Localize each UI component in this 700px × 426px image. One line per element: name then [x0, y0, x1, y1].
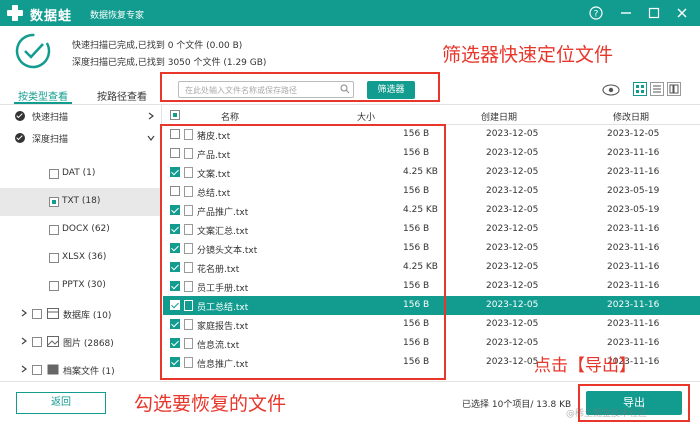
- selection-status: 已选择 10个项目/ 13.8 KB: [462, 400, 572, 410]
- tree-item-images[interactable]: 图片 (2868): [0, 328, 161, 356]
- column-created[interactable]: 创建日期: [481, 110, 517, 123]
- file-created: 2023-12-05: [486, 205, 539, 215]
- back-button[interactable]: 返回: [16, 392, 106, 414]
- check-icon: [15, 111, 25, 121]
- help-icon[interactable]: ?: [587, 4, 605, 22]
- watermark: @稀土掘金技术社区: [566, 409, 648, 419]
- file-modified: 2023-12-05: [607, 129, 660, 139]
- table-header: 名称 大小 创建日期 修改日期: [163, 105, 700, 125]
- file-created: 2023-12-05: [486, 262, 539, 272]
- chevron-down-icon[interactable]: [147, 134, 155, 142]
- quick-scan-status: 快速扫描已完成,已找到 0 个文件 (0.00 B): [72, 41, 243, 51]
- tab-by-path[interactable]: 按路径查看: [97, 88, 147, 103]
- checkbox[interactable]: [32, 337, 42, 347]
- file-type-tree: 快速扫描 深度扫描 DAT (1) TXT (18) DOCX (62) XLS…: [0, 105, 162, 380]
- tab-by-type[interactable]: 按类型查看: [18, 88, 68, 103]
- check-icon: [15, 133, 25, 143]
- checkbox[interactable]: [49, 281, 59, 291]
- file-created: 2023-12-05: [486, 319, 539, 329]
- chevron-right-icon[interactable]: [20, 365, 28, 373]
- checkbox[interactable]: [49, 225, 59, 235]
- tree-item-pptx[interactable]: PPTX (30): [0, 272, 161, 300]
- tree-quick-scan[interactable]: 快速扫描: [0, 105, 161, 127]
- deep-scan-status: 深度扫描已完成,已找到 3050 个文件 (1.29 GB): [72, 58, 267, 68]
- grid-view-icon[interactable]: [633, 82, 647, 96]
- minimize-icon[interactable]: [617, 4, 635, 22]
- file-modified: 2023-05-19: [607, 205, 660, 215]
- tree-item-txt[interactable]: TXT (18): [0, 188, 161, 216]
- column-name[interactable]: 名称: [221, 110, 239, 123]
- checkbox[interactable]: [32, 309, 42, 319]
- checkbox[interactable]: [49, 253, 59, 263]
- chevron-right-icon[interactable]: [147, 112, 155, 120]
- file-created: 2023-12-05: [486, 300, 539, 310]
- file-modified: 2023-11-16: [607, 338, 660, 348]
- close-icon[interactable]: [673, 4, 691, 22]
- preview-eye-icon[interactable]: [602, 83, 620, 97]
- file-modified: 2023-11-16: [607, 224, 660, 234]
- chevron-right-icon[interactable]: [20, 309, 28, 317]
- file-created: 2023-12-05: [486, 129, 539, 139]
- title-bar: 数据蛙 数据恢复专家 ?: [0, 0, 700, 26]
- file-modified: 2023-11-16: [607, 300, 660, 310]
- tree-item-xlsx[interactable]: XLSX (36): [0, 244, 161, 272]
- file-created: 2023-12-05: [486, 357, 539, 367]
- file-created: 2023-12-05: [486, 148, 539, 158]
- file-modified: 2023-11-16: [607, 243, 660, 253]
- scan-complete-icon: [15, 33, 51, 69]
- checkbox[interactable]: [49, 169, 59, 179]
- tree-item-docx[interactable]: DOCX (62): [0, 216, 161, 244]
- image-icon: [47, 336, 59, 347]
- app-name: 数据蛙: [30, 9, 73, 24]
- annotation-export: 点击【导出】: [534, 356, 636, 376]
- checkbox[interactable]: [32, 365, 42, 375]
- file-modified: 2023-11-16: [607, 148, 660, 158]
- file-modified: 2023-11-16: [607, 319, 660, 329]
- select-all-checkbox[interactable]: [170, 110, 180, 120]
- file-modified: 2023-11-16: [607, 281, 660, 291]
- file-created: 2023-12-05: [486, 338, 539, 348]
- tree-item-dat[interactable]: DAT (1): [0, 160, 161, 188]
- file-created: 2023-12-05: [486, 186, 539, 196]
- tree-item-archive[interactable]: 档案文件 (1): [0, 356, 161, 380]
- column-size[interactable]: 大小: [357, 110, 375, 123]
- file-modified: 2023-11-16: [607, 262, 660, 272]
- chevron-right-icon[interactable]: [20, 337, 28, 345]
- detail-view-icon[interactable]: [667, 82, 681, 96]
- svg-text:?: ?: [594, 10, 599, 20]
- annotation-filter: 筛选器快速定位文件: [442, 44, 614, 66]
- file-created: 2023-12-05: [486, 243, 539, 253]
- archive-icon: [47, 364, 59, 375]
- app-logo-icon: [7, 5, 23, 21]
- column-modified[interactable]: 修改日期: [613, 110, 649, 123]
- app-slogan: 数据恢复专家: [90, 11, 145, 21]
- file-modified: 2023-05-19: [607, 186, 660, 196]
- tree-deep-scan[interactable]: 深度扫描: [0, 127, 161, 149]
- divider: [0, 381, 700, 382]
- annotation-box-filter: [160, 72, 440, 102]
- file-created: 2023-12-05: [486, 281, 539, 291]
- tree-item-database[interactable]: 数据库 (10): [0, 300, 161, 328]
- annotation-select: 勾选要恢复的文件: [134, 393, 287, 415]
- database-icon: [47, 308, 59, 319]
- file-created: 2023-12-05: [486, 224, 539, 234]
- list-view-icon[interactable]: [650, 82, 664, 96]
- annotation-box-files: [160, 124, 446, 380]
- file-modified: 2023-11-16: [607, 167, 660, 177]
- maximize-icon[interactable]: [645, 4, 663, 22]
- file-created: 2023-12-05: [486, 167, 539, 177]
- checkbox[interactable]: [49, 197, 59, 207]
